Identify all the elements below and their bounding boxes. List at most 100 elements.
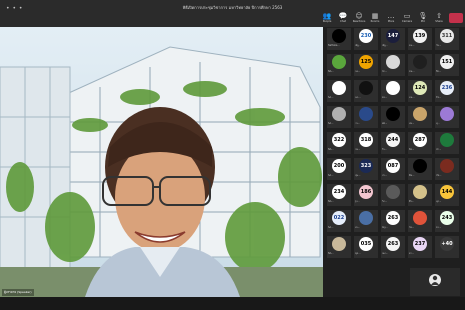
participant-avatar — [413, 185, 427, 199]
participant-tile[interactable]: 035 ชุต... — [354, 236, 378, 258]
participant-tile[interactable]: 151 ปิย... — [435, 54, 459, 76]
participant-tile[interactable]: น้ำ... — [435, 132, 459, 154]
mic-button[interactable]: 🎙 Mic — [416, 13, 430, 24]
participant-avatar: 125 — [359, 55, 373, 69]
toolbar-label: Reactions — [352, 20, 366, 23]
people-icon: 👥 — [322, 12, 332, 20]
participant-tile[interactable]: 022 SA... — [327, 210, 351, 232]
participant-tile[interactable]: วร... — [354, 106, 378, 128]
share-button[interactable]: ⇧ Share — [432, 13, 446, 24]
more-icon: … — [387, 12, 395, 20]
participant-tile[interactable]: ศิร... — [408, 184, 432, 206]
participant-tile[interactable]: ชน... — [408, 54, 432, 76]
participant-tile[interactable]: วิภ... — [381, 184, 405, 206]
participant-tile[interactable]: 139 ธน... — [408, 28, 432, 50]
toolbar-label: More — [387, 20, 395, 23]
camera-icon: ▭ — [403, 12, 411, 20]
participant-name: พร... — [382, 96, 388, 99]
camera-button[interactable]: ▭ Camera — [400, 13, 414, 24]
participant-tile[interactable]: NA... — [327, 236, 351, 258]
participant-name: ณภ... — [382, 252, 389, 255]
participant-tile[interactable]: 237 ดา... — [408, 236, 432, 258]
participant-tile[interactable]: 287 ธิด... — [408, 132, 432, 154]
participant-avatar — [359, 211, 373, 225]
participant-avatar — [332, 29, 346, 43]
participant-tile[interactable]: พร... — [381, 80, 405, 102]
participant-avatar: 322 — [332, 133, 346, 147]
leave-button[interactable] — [449, 13, 463, 23]
participant-tile[interactable]: 125 กล... — [354, 54, 378, 76]
participant-tile[interactable]: ศศ... — [381, 106, 405, 128]
participant-tile[interactable]: สุ... — [435, 106, 459, 128]
participant-tile[interactable]: 263 อัญ... — [381, 210, 405, 232]
participant-tile[interactable]: อร... — [354, 210, 378, 232]
participant-tile[interactable]: 318 กม... — [354, 132, 378, 154]
participant-avatar — [332, 55, 346, 69]
reactions-button[interactable]: ☺ Reactions — [352, 13, 366, 24]
chat-button[interactable]: 💬 Chat — [336, 13, 350, 24]
participant-avatar: 263 — [386, 237, 400, 251]
participant-tile[interactable]: นภ... — [354, 80, 378, 102]
participant-avatar — [332, 237, 346, 251]
participant-tile[interactable]: Nattaka... — [327, 28, 351, 50]
participant-name: กล... — [355, 70, 361, 73]
participant-name: SA... — [328, 226, 334, 229]
participant-name: จัก... — [382, 70, 388, 73]
participant-tile[interactable]: 124 มน... — [408, 80, 432, 102]
participant-avatar: 186 — [359, 185, 373, 199]
participant-name: ปิย... — [436, 70, 442, 73]
participant-avatar: 234 — [332, 185, 346, 199]
participant-avatar: 311 — [440, 29, 454, 43]
participant-tile[interactable]: 230 ณัฐ... — [354, 28, 378, 50]
participant-tile[interactable]: NA... — [327, 54, 351, 76]
toolbar-label: Mic — [420, 20, 426, 23]
participant-avatar — [413, 55, 427, 69]
participant-tile[interactable]: 244 จิร... — [381, 132, 405, 154]
participant-tile[interactable]: 234 NA... — [327, 184, 351, 206]
participant-tile[interactable]: 311 วัน... — [435, 28, 459, 50]
participant-tile[interactable]: พิม... — [408, 158, 432, 180]
participant-name: SA... — [328, 174, 334, 177]
participant-avatar — [386, 55, 400, 69]
participant-avatar: 087 — [386, 159, 400, 173]
participant-avatar: 287 — [413, 133, 427, 147]
participant-tile[interactable]: 087 ปว... — [381, 158, 405, 180]
participant-tile[interactable]: สม... — [408, 106, 432, 128]
participant-avatar: 147 — [386, 29, 400, 43]
participant-name: NA... — [328, 252, 334, 255]
participant-tile[interactable]: 243 ขว... — [435, 210, 459, 232]
people-button[interactable]: 👥 People — [320, 13, 334, 24]
participant-tile[interactable]: 200 SA... — [327, 158, 351, 180]
participant-name: รัช... — [436, 96, 442, 99]
participant-tile[interactable]: +40 — [435, 236, 459, 258]
participant-tile[interactable]: 236 รัช... — [435, 80, 459, 102]
toolbar-label: Rooms — [370, 20, 380, 23]
participant-tile[interactable]: 186 รุ่ง... — [354, 184, 378, 206]
participant-tile[interactable]: 144 สุภ... — [435, 184, 459, 206]
participant-name: วิภ... — [382, 200, 388, 203]
speaker-name-label: ผู้บรรยาย (Speaker) — [2, 289, 34, 296]
participant-tile[interactable]: 263 ณภ... — [381, 236, 405, 258]
participant-name: สุ... — [436, 122, 440, 125]
more-button[interactable]: … More — [384, 13, 398, 24]
participant-avatar: 236 — [440, 81, 454, 95]
participant-name: ณัฐ... — [382, 44, 388, 47]
participant-tile[interactable]: SA... — [327, 80, 351, 102]
participant-avatar — [413, 107, 427, 121]
participant-tile[interactable]: SA... — [327, 106, 351, 128]
participant-name: น้ำ... — [436, 148, 442, 151]
participant-tile[interactable]: กัล... — [408, 210, 432, 232]
participant-tile[interactable]: ภัท... — [435, 158, 459, 180]
toolbar-label: Share — [435, 20, 443, 23]
participant-name: ภัท... — [436, 174, 442, 177]
rooms-button[interactable]: ▦ Rooms — [368, 13, 382, 24]
participant-avatar: 243 — [440, 211, 454, 225]
share-icon: ⇧ — [436, 12, 442, 20]
participant-tile[interactable]: จัก... — [381, 54, 405, 76]
self-view[interactable] — [410, 268, 460, 296]
participant-tile[interactable]: 147 ณัฐ... — [381, 28, 405, 50]
participant-tile[interactable]: 323 บุษ... — [354, 158, 378, 180]
participant-avatar — [413, 159, 427, 173]
participant-avatar — [386, 107, 400, 121]
participant-tile[interactable]: 322 NA... — [327, 132, 351, 154]
